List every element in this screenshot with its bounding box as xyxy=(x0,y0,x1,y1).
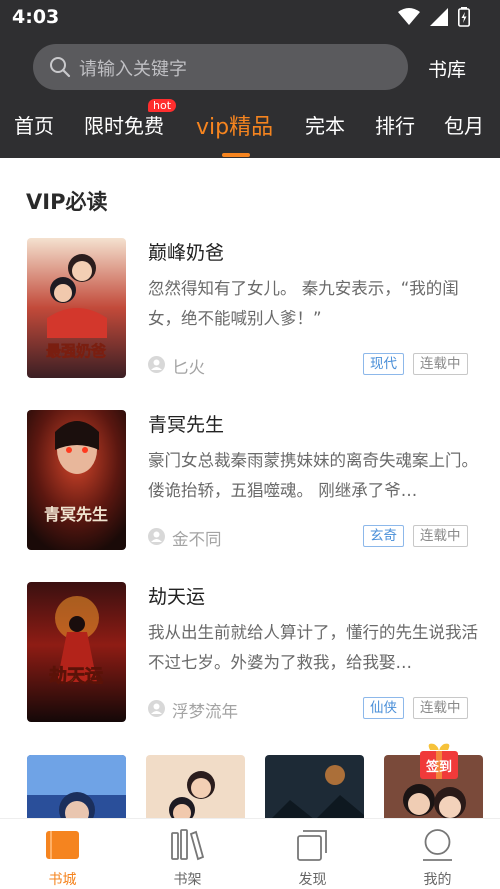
book-description: 忽然得知有了女儿。 秦九安表示，“我的闺女，绝不能喊别人爹！” xyxy=(148,279,459,328)
nav-label: 书架 xyxy=(173,872,202,888)
cover-title-text: 最强奶爸 xyxy=(46,342,106,360)
cover-title-text: 劫天运 xyxy=(49,666,103,687)
book-title[interactable]: 巅峰奶爸 xyxy=(148,238,224,265)
nav-bookstore[interactable]: 书城 xyxy=(0,819,125,889)
tab-ranking[interactable]: 排行 xyxy=(375,110,415,139)
author-name: 金不同 xyxy=(172,530,222,549)
status-tag: 连载中 xyxy=(413,697,468,719)
book-item[interactable]: 青冥先生 青冥先生 豪门女总裁秦雨蒙携妹妹的离奇失魂案上门。 偻诡抬轿，五猖噬魂… xyxy=(0,410,500,560)
search-box[interactable]: 请输入关键字 xyxy=(33,44,408,90)
genre-tag: 仙侠 xyxy=(363,697,404,719)
nav-label: 发现 xyxy=(298,872,327,888)
hot-badge: hot xyxy=(148,99,177,112)
nav-label: 我的 xyxy=(423,872,452,888)
active-tab-indicator xyxy=(222,153,250,157)
nav-discover[interactable]: 发现 xyxy=(250,819,375,889)
nav-profile[interactable]: 我的 xyxy=(375,819,500,889)
book-title[interactable]: 劫天运 xyxy=(148,582,205,609)
header: 4:03 请输入关键字 书库 首页 限时免费 hot vip精品 完本 排行 包… xyxy=(0,0,500,158)
author-avatar-icon xyxy=(148,700,165,717)
battery-icon xyxy=(458,7,470,31)
author-avatar-icon xyxy=(148,356,165,373)
book-description: 豪门女总裁秦雨蒙携妹妹的离奇失魂案上门。 偻诡抬轿，五猖噬魂。 刚继承了爷… xyxy=(148,451,478,500)
search-row: 请输入关键字 书库 xyxy=(0,44,500,90)
status-tag: 连载中 xyxy=(413,525,468,547)
checkin-label: 签到 xyxy=(425,759,452,775)
gift-bow-icon xyxy=(428,743,450,751)
book-cover[interactable]: 劫天运 xyxy=(27,582,126,722)
book-item[interactable]: 劫天运 劫天运 我从出生前就给人算计了，懂行的先生说我活不过七岁。外婆为了救我，… xyxy=(0,582,500,732)
author-avatar-icon xyxy=(148,528,165,545)
tab-free[interactable]: 限时免费 xyxy=(84,110,164,139)
status-bar: 4:03 xyxy=(0,0,500,34)
tab-vip[interactable]: vip精品 xyxy=(196,109,273,141)
library-button[interactable]: 书库 xyxy=(428,55,466,82)
profile-icon xyxy=(419,827,456,864)
tab-finished[interactable]: 完本 xyxy=(305,110,345,139)
signal-icon xyxy=(430,8,448,30)
bottom-nav: 书城 书架 发现 我的 xyxy=(0,818,500,889)
grid-book-cover[interactable] xyxy=(146,755,245,818)
status-time: 4:03 xyxy=(12,6,60,28)
content-area: VIP必读 最强奶爸 巅峰奶爸 忽然得知有了女儿。 秦九安表示，“我的闺女，绝不… xyxy=(0,158,500,818)
author-name: 匕火 xyxy=(172,358,205,377)
cover-title-text: 青冥先生 xyxy=(44,505,108,524)
tab-home[interactable]: 首页 xyxy=(14,110,54,139)
genre-tag: 现代 xyxy=(363,353,404,375)
checkin-button[interactable]: 签到 xyxy=(416,740,462,784)
nav-label: 书城 xyxy=(48,872,77,888)
book-icon xyxy=(44,827,81,864)
search-icon xyxy=(49,56,71,78)
grid-book-cover[interactable] xyxy=(27,755,126,818)
grid-book-cover[interactable] xyxy=(265,755,364,818)
search-input[interactable]: 请输入关键字 xyxy=(79,55,187,81)
book-title[interactable]: 青冥先生 xyxy=(148,410,224,437)
nav-bookshelf[interactable]: 书架 xyxy=(125,819,250,889)
bookshelf-icon xyxy=(169,827,206,864)
author-name: 浮梦流年 xyxy=(172,702,238,721)
book-cover[interactable]: 最强奶爸 xyxy=(27,238,126,378)
category-tabs: 首页 限时免费 hot vip精品 完本 排行 包月 xyxy=(0,99,500,158)
tab-monthly[interactable]: 包月 xyxy=(444,110,484,139)
book-cover[interactable]: 青冥先生 xyxy=(27,410,126,550)
book-description: 我从出生前就给人算计了，懂行的先生说我活不过七岁。外婆为了救我，给我娶… xyxy=(148,623,478,672)
system-icons xyxy=(398,7,470,31)
wifi-icon xyxy=(398,8,420,30)
status-tag: 连载中 xyxy=(413,353,468,375)
book-item[interactable]: 最强奶爸 巅峰奶爸 忽然得知有了女儿。 秦九安表示，“我的闺女，绝不能喊别人爹！… xyxy=(0,238,500,388)
genre-tag: 玄奇 xyxy=(363,525,404,547)
discover-icon xyxy=(294,827,331,864)
section-title: VIP必读 xyxy=(26,190,108,214)
